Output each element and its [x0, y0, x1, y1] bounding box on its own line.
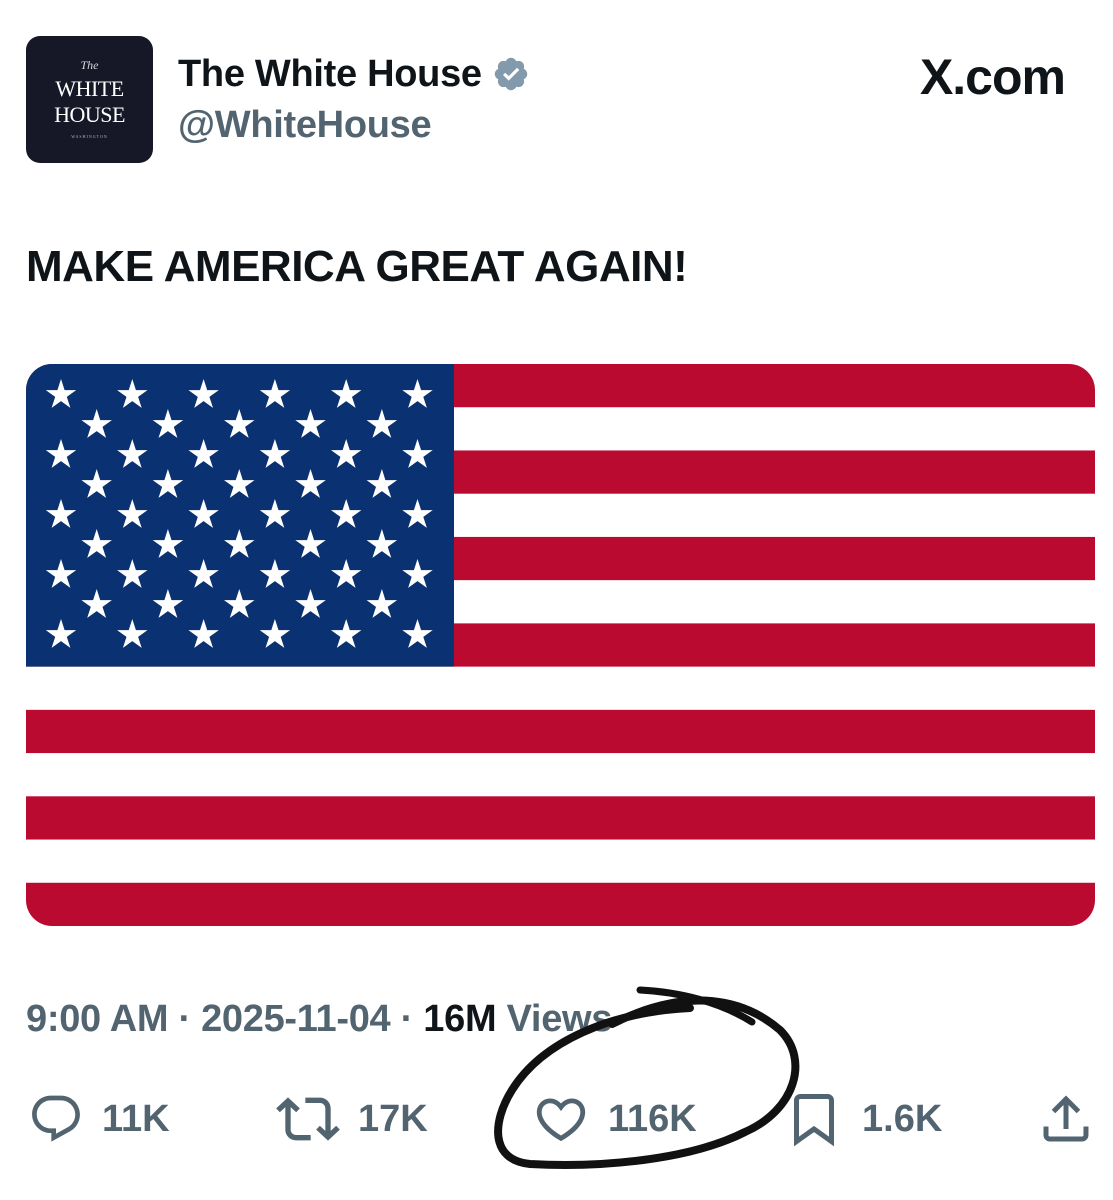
flag-stripe [26, 882, 1095, 926]
heart-icon [532, 1090, 590, 1148]
avatar-text-washington: WASHINGTON [71, 134, 108, 139]
account-avatar[interactable]: The WHITE HOUSE WASHINGTON [26, 36, 153, 163]
views-count: 16M [423, 998, 497, 1040]
meta-separator: · [178, 998, 191, 1040]
account-name-row: The White House [178, 52, 530, 96]
like-button[interactable]: 116K [532, 1088, 697, 1150]
share-icon [1036, 1089, 1096, 1149]
us-flag-icon [26, 364, 1095, 926]
account-display-name[interactable]: The White House [178, 53, 482, 96]
views-label: Views [506, 998, 613, 1040]
reply-button[interactable]: 11K [28, 1088, 170, 1150]
source-label: X.com [919, 49, 1066, 105]
meta-separator: · [400, 998, 414, 1040]
bookmark-count: 1.6K [862, 1097, 943, 1140]
bookmark-button[interactable]: 1.6K [784, 1088, 942, 1150]
verified-badge-icon [492, 55, 530, 93]
repost-button[interactable]: 17K [276, 1088, 428, 1150]
tweet-time[interactable]: 9:00 AM [26, 998, 169, 1040]
repost-count: 17K [358, 1097, 428, 1140]
reply-count: 11K [102, 1097, 170, 1140]
tweet-media-image[interactable] [26, 364, 1095, 926]
share-button[interactable] [1036, 1088, 1096, 1150]
avatar-text-the: The [80, 58, 99, 72]
flag-canton [26, 364, 454, 667]
flag-stripe [26, 709, 1095, 754]
like-count: 116K [608, 1097, 697, 1140]
repost-icon [276, 1087, 340, 1151]
flag-stripe [26, 796, 1095, 840]
reply-icon [28, 1091, 84, 1147]
account-handle[interactable]: @WhiteHouse [178, 104, 432, 147]
avatar-text-house: HOUSE [54, 102, 125, 127]
tweet-text: MAKE AMERICA GREAT AGAIN! [26, 242, 688, 291]
tweet-date[interactable]: 2025-11-04 [201, 998, 391, 1040]
bookmark-icon [784, 1089, 844, 1149]
tweet-meta: 9:00 AM · 2025-11-04 · 16M Views [26, 998, 612, 1041]
avatar-text-white: WHITE [55, 76, 124, 101]
